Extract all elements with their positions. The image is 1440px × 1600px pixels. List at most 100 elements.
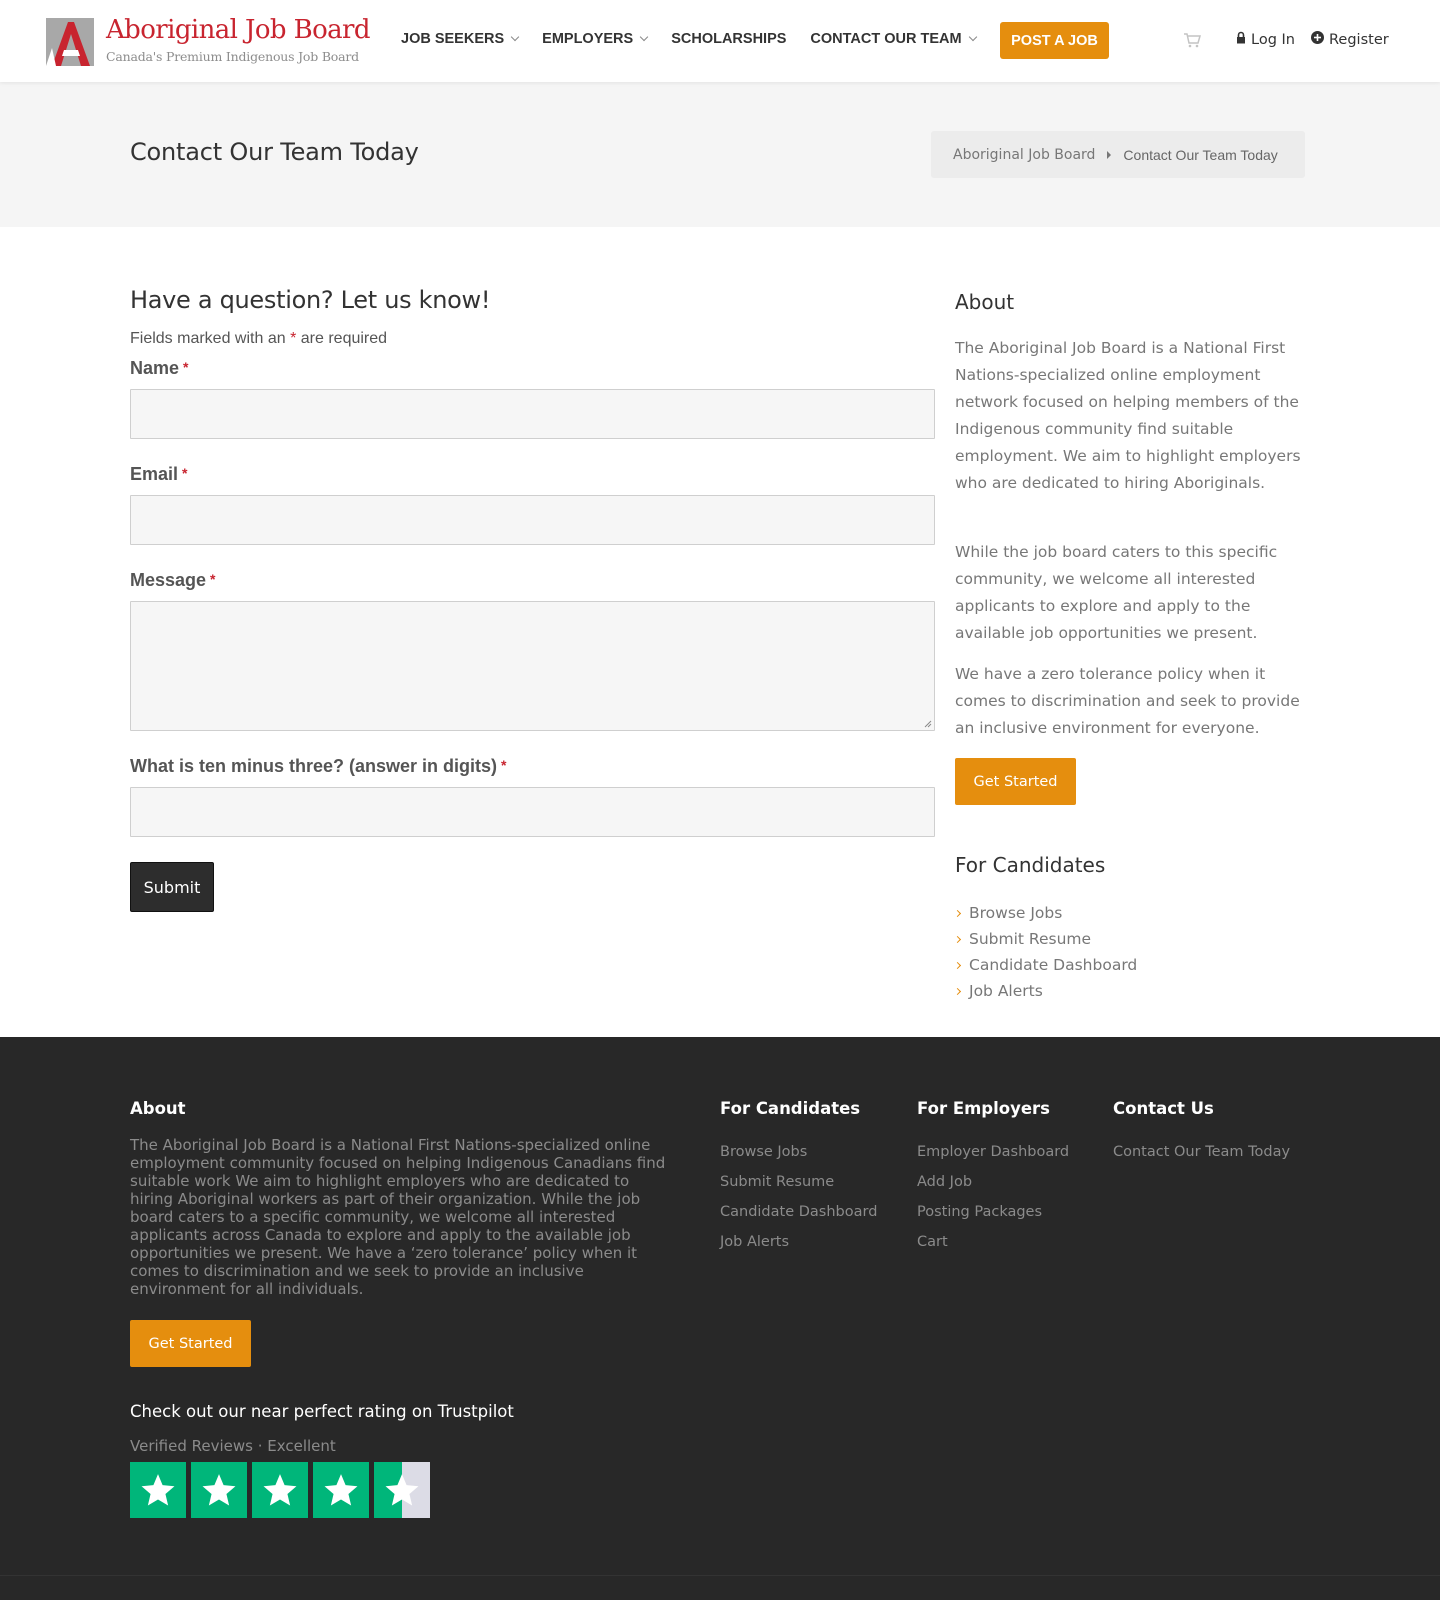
footer-about-heading: About <box>130 1099 186 1118</box>
footer-about-text: The Aboriginal Job Board is a National F… <box>130 1136 666 1298</box>
sidebar-link-label: Candidate Dashboard <box>969 956 1138 974</box>
required-asterisk: * <box>501 757 507 773</box>
trustpilot-subtitle: Verified Reviews · Excellent <box>130 1437 336 1455</box>
chevron-right-icon <box>953 987 962 995</box>
nav-contact-label: CONTACT OUR TEAM <box>810 31 962 47</box>
footer-link-job-alerts[interactable]: Job Alerts <box>720 1234 877 1264</box>
footer-link-posting-packages[interactable]: Posting Packages <box>917 1204 1069 1234</box>
breadcrumb-home[interactable]: Aboriginal Job Board <box>953 147 1095 163</box>
required-note-before: Fields marked with an <box>130 330 286 347</box>
submit-button[interactable]: Submit <box>130 862 214 912</box>
footer-divider <box>0 1575 1440 1576</box>
sidebar-link-label: Browse Jobs <box>969 904 1063 922</box>
required-asterisk: * <box>290 330 297 347</box>
trustpilot-title: Check out our near perfect rating on Tru… <box>130 1402 514 1421</box>
site-header: Aboriginal Job Board Canada's Premium In… <box>0 0 1440 82</box>
page-title: Contact Our Team Today <box>130 138 419 166</box>
chevron-down-icon <box>510 32 520 42</box>
breadcrumb-separator-icon <box>1107 150 1112 159</box>
sidebar-about-heading: About <box>955 290 1015 314</box>
footer-employer-links: Employer Dashboard Add Job Posting Packa… <box>917 1144 1069 1264</box>
chevron-down-icon <box>639 32 649 42</box>
required-note-after: are required <box>300 330 388 347</box>
message-field[interactable] <box>130 601 935 731</box>
sidebar-link-label: Job Alerts <box>969 982 1043 1000</box>
star-icon <box>252 1462 308 1518</box>
captcha-label: What is ten minus three? (answer in digi… <box>130 756 507 777</box>
sidebar-about-paragraph: While the job board caters to this speci… <box>955 543 1278 642</box>
footer-link-add-job[interactable]: Add Job <box>917 1174 1069 1204</box>
footer-employers-heading: For Employers <box>917 1099 1050 1118</box>
sidebar-get-started-button[interactable]: Get Started <box>955 758 1076 805</box>
page-title-band: Contact Our Team Today Aboriginal Job Bo… <box>0 82 1440 227</box>
chevron-right-icon <box>953 935 962 943</box>
nav-scholarships[interactable]: SCHOLARSHIPS <box>671 31 786 47</box>
footer-contact-links: Contact Our Team Today <box>1113 1144 1290 1174</box>
chevron-down-icon <box>968 32 977 42</box>
footer-candidate-links: Browse Jobs Submit Resume Candidate Dash… <box>720 1144 877 1264</box>
nav-scholarships-label: SCHOLARSHIPS <box>671 31 787 47</box>
required-asterisk: * <box>210 571 216 587</box>
required-note: Fields marked with an * are required <box>130 330 387 348</box>
site-logo[interactable]: Aboriginal Job Board Canada's Premium In… <box>46 15 371 68</box>
breadcrumb-current: Contact Our Team Today <box>1123 146 1278 163</box>
footer-candidates-heading: For Candidates <box>720 1099 861 1118</box>
main-nav: JOB SEEKERS EMPLOYERS SCHOLARSHIPS CONTA… <box>401 31 1000 47</box>
star-icon <box>313 1462 369 1518</box>
half-star-icon <box>374 1462 430 1518</box>
sidebar-link-label: Submit Resume <box>969 930 1092 948</box>
footer-get-started-button[interactable]: Get Started <box>130 1320 251 1367</box>
cart-icon[interactable] <box>1183 32 1201 48</box>
star-icon <box>130 1462 186 1518</box>
post-a-job-button[interactable]: POST A JOB <box>1000 22 1109 59</box>
sidebar-link-job-alerts[interactable]: Job Alerts <box>953 978 1137 1004</box>
email-field[interactable] <box>130 495 935 545</box>
register-link[interactable]: Register <box>1311 31 1389 48</box>
lock-icon <box>1236 31 1246 48</box>
name-field[interactable] <box>130 389 935 439</box>
name-label-text: Name <box>130 358 180 378</box>
trustpilot-stars[interactable] <box>130 1462 435 1518</box>
footer-link-cart[interactable]: Cart <box>917 1234 1069 1264</box>
captcha-label-text: What is ten minus three? (answer in digi… <box>130 756 498 776</box>
nav-employers[interactable]: EMPLOYERS <box>542 31 649 47</box>
sidebar-about-paragraph: We have a zero tolerance policy when it … <box>955 665 1300 737</box>
captcha-field[interactable] <box>130 787 935 837</box>
footer-link-candidate-dashboard[interactable]: Candidate Dashboard <box>720 1204 877 1234</box>
message-label: Message * <box>130 570 216 591</box>
logo-subtitle: Canada's Premium Indigenous Job Board <box>106 49 359 64</box>
site-footer: About The Aboriginal Job Board is a Nati… <box>0 1037 1440 1600</box>
register-label: Register <box>1329 31 1389 48</box>
sidebar-about-paragraph: The Aboriginal Job Board is a National F… <box>955 339 1301 492</box>
sidebar-link-candidate-dashboard[interactable]: Candidate Dashboard <box>953 952 1138 978</box>
chevron-right-icon <box>953 909 962 917</box>
required-asterisk: * <box>183 359 189 375</box>
footer-contact-heading: Contact Us <box>1113 1099 1214 1118</box>
logo-title: Aboriginal Job Board <box>106 15 371 45</box>
sidebar-link-browse-jobs[interactable]: Browse Jobs <box>953 900 1137 926</box>
sidebar-link-submit-resume[interactable]: Submit Resume <box>953 926 1137 952</box>
plus-circle-icon <box>1311 31 1324 48</box>
sidebar-candidates-heading: For Candidates <box>955 853 1106 877</box>
footer-link-browse-jobs[interactable]: Browse Jobs <box>720 1144 877 1174</box>
name-label: Name * <box>130 358 188 379</box>
chevron-right-icon <box>953 961 962 969</box>
nav-job-seekers[interactable]: JOB SEEKERS <box>401 31 520 47</box>
form-heading: Have a question? Let us know! <box>130 286 491 314</box>
footer-link-contact-team[interactable]: Contact Our Team Today <box>1113 1144 1290 1174</box>
login-link[interactable]: Log In <box>1236 31 1295 48</box>
nav-contact-our-team[interactable]: CONTACT OUR TEAM <box>810 31 977 47</box>
login-label: Log In <box>1251 31 1295 48</box>
footer-link-submit-resume[interactable]: Submit Resume <box>720 1174 877 1204</box>
logo-mark-icon <box>46 18 94 66</box>
required-asterisk: * <box>182 465 188 481</box>
nav-job-seekers-label: JOB SEEKERS <box>401 31 505 47</box>
nav-employers-label: EMPLOYERS <box>542 31 634 47</box>
resize-grip-icon[interactable] <box>924 720 932 728</box>
email-label-text: Email <box>130 464 179 484</box>
star-icon <box>191 1462 247 1518</box>
footer-link-employer-dashboard[interactable]: Employer Dashboard <box>917 1144 1069 1174</box>
sidebar-candidate-links: Browse Jobs Submit Resume Candidate Dash… <box>953 900 1138 1004</box>
message-label-text: Message <box>130 570 207 590</box>
email-label: Email * <box>130 464 187 485</box>
